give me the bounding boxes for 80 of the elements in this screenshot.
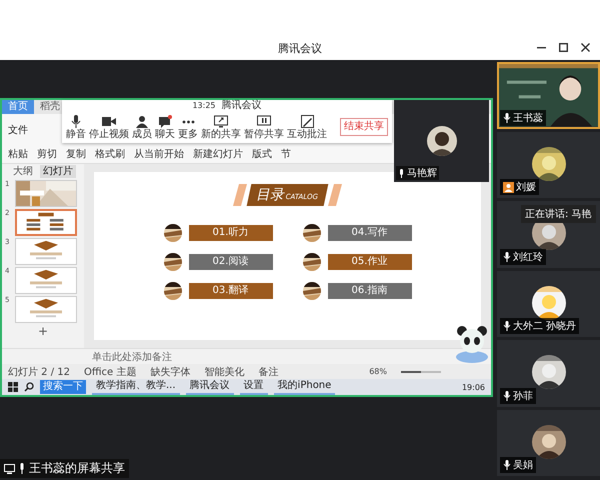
participant-tile[interactable]: 吴娟 (497, 410, 600, 476)
maximize-icon[interactable] (559, 43, 568, 52)
slide-thumbnail[interactable] (15, 267, 77, 294)
participant-name: 刘红玲 (500, 248, 546, 264)
slide-thumbnail[interactable] (15, 238, 77, 265)
meeting-time: 13:25 (192, 100, 216, 111)
add-slide-button[interactable]: + (38, 325, 48, 337)
catalog-item: 03.翻译 (188, 283, 272, 299)
catalog-item: 01.听力 (188, 225, 272, 241)
status-item: Office 主题 (84, 366, 136, 378)
ribbon-button[interactable]: 剪切 (37, 148, 57, 162)
ribbon-button[interactable]: 版式 (252, 148, 272, 162)
ribbon-button[interactable]: 节 (281, 148, 291, 162)
camera-button[interactable]: 停止视频 (89, 114, 129, 140)
chat-icon (158, 114, 172, 128)
participant-name: 大外二 孙晓丹 (500, 318, 580, 334)
close-icon[interactable] (581, 43, 590, 52)
ribbon-button[interactable]: 新建幻灯片 (193, 148, 243, 162)
end-share-button[interactable]: 结束共享 (340, 118, 388, 136)
pause-icon (257, 114, 271, 128)
ribbon-button[interactable]: 复制 (66, 148, 86, 162)
more-button[interactable]: 更多 (178, 114, 198, 140)
search-field[interactable]: 搜索一下 (40, 380, 86, 394)
share-button[interactable]: 新的共享 (201, 114, 241, 140)
slide-thumbnail[interactable] (15, 296, 77, 323)
participant-name: 王书蕊 (500, 110, 546, 126)
file-menu[interactable]: 文件 (8, 123, 28, 137)
speaker-name: 马艳辉 (396, 166, 439, 180)
share-label-text: 王书蕊的屏幕共享 (29, 460, 125, 477)
taskbar-app[interactable]: 腾讯会议 (186, 379, 234, 395)
mic-button[interactable]: 静音 (66, 114, 86, 140)
zoom-reading: 68% (369, 367, 387, 376)
catalog-item: 02.阅读 (188, 254, 272, 270)
slide-thumbnail[interactable] (15, 209, 77, 236)
participant-name: 孙菲 (500, 388, 536, 404)
pen-button[interactable]: 互动批注 (287, 114, 327, 140)
participant-name: 吴娟 (500, 457, 536, 473)
ribbon-button[interactable]: 从当前开始 (134, 148, 184, 162)
person-icon (136, 114, 148, 128)
pen-icon (300, 114, 314, 128)
app-tab[interactable]: 稻壳 (34, 100, 66, 114)
meeting-app-name: 腾讯会议 (222, 100, 262, 111)
screen-share-icon (214, 114, 228, 128)
ribbon-button[interactable]: 格式刷 (95, 148, 125, 162)
panel-tab[interactable]: 大纲 (10, 165, 36, 178)
members-button[interactable]: 成员 (132, 114, 152, 140)
participant-tile[interactable]: 大外二 孙晓丹 (497, 270, 600, 337)
taskbar-app[interactable]: 教学指南、教学... (92, 379, 180, 395)
participant-tile[interactable]: 孙菲 (497, 340, 600, 406)
catalog-item: 06.指南 (328, 283, 412, 299)
camera-icon (102, 114, 116, 128)
participant-tile[interactable]: 王书蕊 (497, 62, 600, 128)
taskbar-app[interactable]: 设置 (240, 379, 268, 395)
slide-thumbnail[interactable] (15, 180, 77, 207)
mic-icon (18, 463, 26, 474)
taskbar-app[interactable]: 我的iPhone (274, 379, 336, 395)
window-title: 腾讯会议 (278, 41, 322, 56)
catalog-item: 04.写作 (328, 225, 412, 241)
participant-name: 刘媛 (500, 179, 539, 195)
status-item: 智能美化 (204, 366, 244, 378)
pause-button[interactable]: 暂停共享 (244, 114, 284, 140)
participant-tile[interactable]: 正在讲话: 马艳 刘红玲 (497, 201, 600, 268)
search-icon[interactable] (24, 382, 34, 392)
participant-tile[interactable]: 刘媛 (497, 132, 600, 198)
notes-placeholder[interactable]: 单击此处添加备注 (92, 350, 172, 364)
status-item: 缺失字体 (150, 366, 190, 378)
minimize-icon[interactable] (537, 46, 546, 48)
mic-icon (398, 168, 405, 178)
windows-icon[interactable] (8, 382, 18, 392)
mic-icon (70, 114, 82, 128)
ribbon-button[interactable]: 粘贴 (8, 148, 28, 162)
slide-title: 目录 (254, 186, 287, 204)
status-item: 幻灯片 2 / 12 (8, 366, 70, 378)
panel-tab[interactable]: 幻灯片 (40, 165, 76, 178)
chat-button[interactable]: 聊天 (155, 114, 175, 140)
screen-icon (4, 464, 15, 474)
speaking-tooltip: 正在讲话: 马艳 (521, 205, 596, 223)
clock: 19:06 (462, 382, 485, 392)
status-item: 备注 (258, 366, 278, 378)
catalog-item: 05.作业 (328, 254, 412, 270)
